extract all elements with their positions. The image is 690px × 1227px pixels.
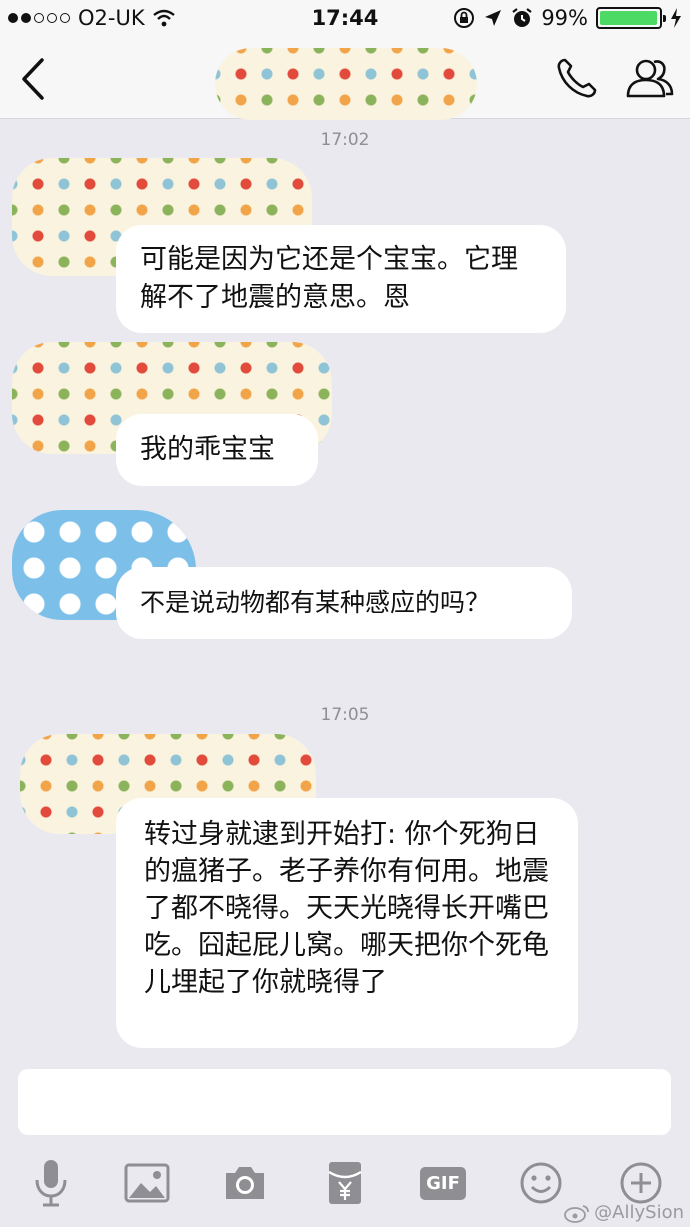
people-icon[interactable] [624,54,676,102]
message-timestamp: 17:05 [320,705,370,725]
battery-icon [596,7,666,29]
microphone-icon[interactable] [26,1158,76,1208]
emoji-icon[interactable] [516,1158,566,1208]
back-button[interactable] [14,54,54,104]
message-bubble: 转过身就逮到开始打: 你个死狗日的瘟猪子。老子养你有何用。地震了都不晓得。天天光… [116,798,578,1048]
location-arrow-icon [485,10,502,26]
alarm-icon [512,8,532,27]
message-bubble: 不是说动物都有某种感应的吗？ [116,567,572,639]
message-timestamp: 17:02 [320,130,370,150]
battery-percent: 99% [541,6,588,30]
gif-icon[interactable]: GIF [418,1158,468,1208]
contact-name-redacted [215,48,477,120]
status-right: 99% [453,6,682,30]
weibo-icon [564,1204,590,1223]
camera-icon[interactable] [220,1158,270,1208]
orientation-lock-icon [454,8,475,28]
message-text: 可能是因为它还是个宝宝。它理解不了地震的意思。恩 [140,244,518,313]
status-bar: O2-UK 17:44 99% [0,0,690,40]
charging-bolt-icon [671,8,681,28]
red-envelope-icon[interactable] [320,1158,370,1208]
watermark-text: @AllySion [594,1202,684,1223]
battery-level-fill [600,11,658,25]
image-icon[interactable] [122,1158,172,1208]
phone-icon[interactable] [553,54,601,102]
gif-label: GIF [420,1166,466,1200]
message-text: 我的乖宝宝 [140,434,275,465]
chat-header [0,40,690,120]
watermark: @AllySion [564,1202,684,1223]
message-text: 不是说动物都有某种感应的吗？ [140,588,491,617]
message-bubble: 可能是因为它还是个宝宝。它理解不了地震的意思。恩 [116,225,566,333]
message-text: 转过身就逮到开始打: 你个死狗日的瘟猪子。老子养你有何用。地震了都不晓得。天天光… [144,819,549,998]
message-input[interactable] [18,1069,671,1135]
message-bubble: 我的乖宝宝 [116,414,318,486]
plus-icon[interactable] [616,1158,666,1208]
